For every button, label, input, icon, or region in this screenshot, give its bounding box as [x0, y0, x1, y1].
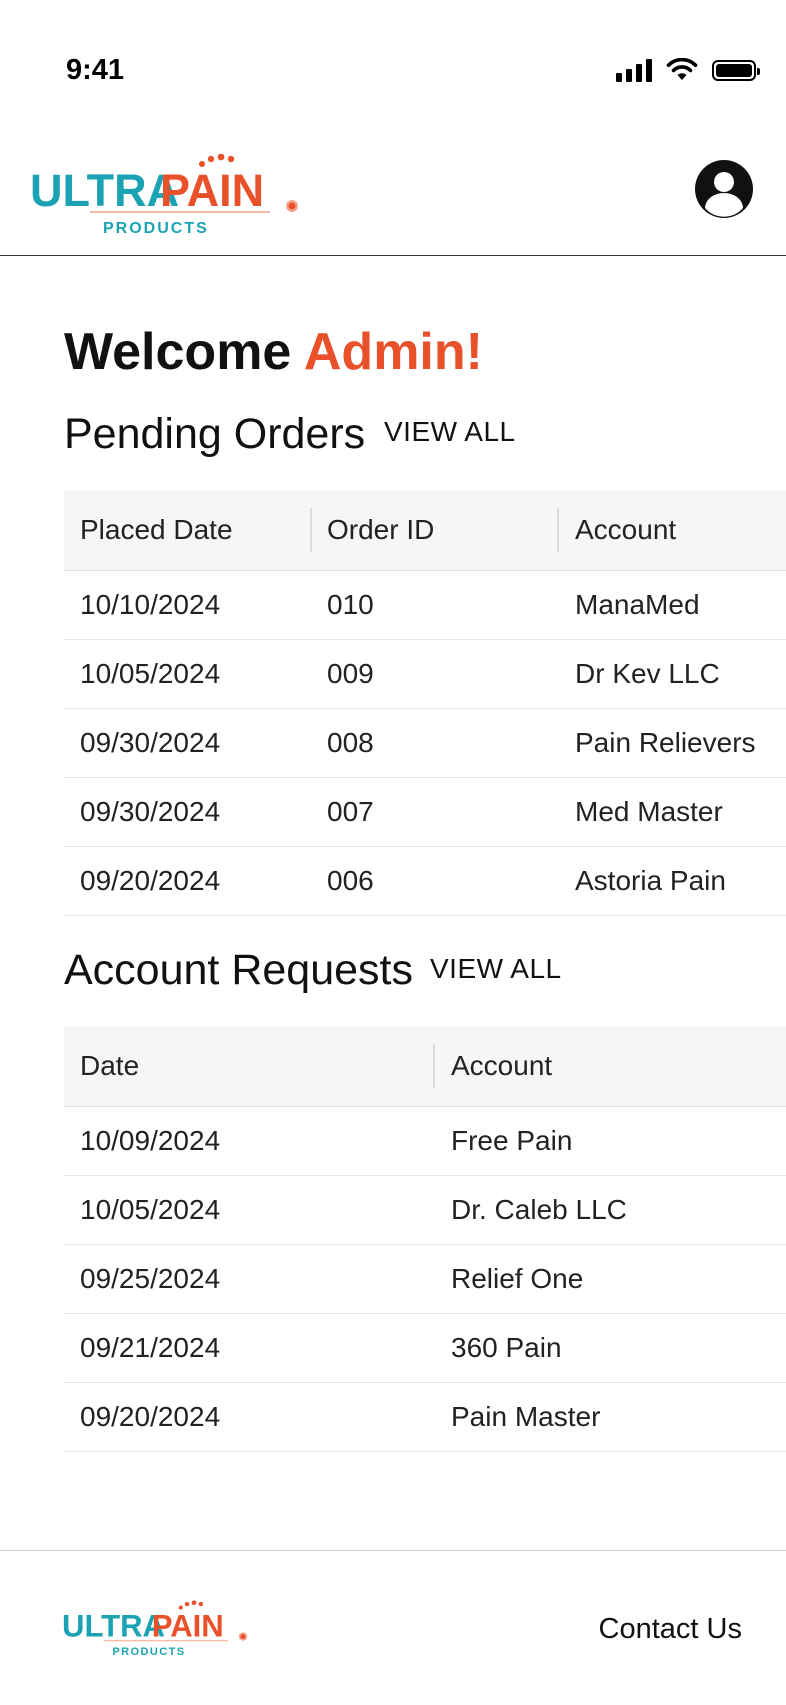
status-time: 9:41 [66, 54, 125, 86]
table-row[interactable]: 10/09/2024 Free Pain [64, 1107, 786, 1176]
column-header-account[interactable]: Account [451, 1026, 552, 1106]
cell-account: Relief One [451, 1263, 584, 1294]
footer: ULTRA PAIN PRODUCTS Contact Us [0, 1550, 786, 1705]
logo-text-pain: PAIN [160, 165, 264, 216]
footer-ultrapain-logo[interactable]: ULTRA PAIN PRODUCTS [62, 1599, 252, 1661]
status-icons [616, 58, 760, 82]
account-requests-title: Account Requests [64, 946, 413, 994]
cell-order-id: 007 [327, 796, 374, 827]
cell-account: Med Master [575, 796, 723, 827]
wifi-icon [666, 58, 698, 80]
cell-date: 09/20/2024 [80, 1401, 221, 1432]
ultrapain-logo[interactable]: ULTRA PAIN PRODUCTS [30, 154, 305, 239]
table-header: Placed Date Order ID Account [64, 490, 786, 571]
table-row[interactable]: 10/05/2024 009 Dr Kev LLC [64, 640, 786, 709]
pending-orders-view-all-link[interactable]: VIEW ALL [384, 416, 516, 448]
cell-date: 09/21/2024 [80, 1332, 221, 1363]
cell-order-id: 009 [327, 658, 374, 689]
table-row[interactable]: 09/20/2024 006 Astoria Pain [64, 847, 786, 916]
cell-placed-date: 10/05/2024 [80, 658, 221, 689]
column-separator[interactable] [310, 508, 312, 552]
contact-us-link[interactable]: Contact Us [599, 1613, 742, 1646]
logo-text-ultra: ULTRA [62, 1609, 165, 1644]
table-row[interactable]: 09/30/2024 008 Pain Relievers [64, 709, 786, 778]
cell-placed-date: 09/30/2024 [80, 796, 221, 827]
table-row[interactable]: 09/21/2024 360 Pain [64, 1314, 786, 1383]
status-bar: 9:41 [0, 0, 786, 150]
cell-account: Astoria Pain [575, 865, 726, 896]
column-separator[interactable] [557, 508, 559, 552]
welcome-user-name: Admin! [303, 323, 483, 381]
column-header-date[interactable]: Date [80, 1026, 139, 1106]
cell-order-id: 010 [327, 589, 374, 620]
welcome-prefix: Welcome [64, 323, 304, 381]
pending-orders-title: Pending Orders [64, 410, 366, 458]
cell-order-id: 008 [327, 727, 374, 758]
table-header: Date Account [64, 1026, 786, 1107]
cell-account: Free Pain [451, 1125, 573, 1156]
cell-account: Pain Relievers [575, 727, 756, 758]
cell-order-id: 006 [327, 865, 374, 896]
cell-date: 09/25/2024 [80, 1263, 221, 1294]
cell-placed-date: 09/20/2024 [80, 865, 221, 896]
cell-placed-date: 09/30/2024 [80, 727, 221, 758]
cell-date: 10/09/2024 [80, 1125, 221, 1156]
pending-orders-table: Placed Date Order ID Account 10/10/2024 … [64, 490, 786, 916]
table-row[interactable]: 09/25/2024 Relief One [64, 1245, 786, 1314]
cellular-signal-icon [616, 58, 652, 82]
cell-account: 360 Pain [451, 1332, 562, 1363]
app-header: ULTRA PAIN PRODUCTS [0, 150, 786, 256]
cell-account: Dr Kev LLC [575, 658, 720, 689]
logo-text-ultra: ULTRA [30, 165, 179, 216]
logo-text-pain: PAIN [152, 1609, 224, 1644]
column-separator[interactable] [433, 1044, 435, 1088]
cell-account: Dr. Caleb LLC [451, 1194, 627, 1225]
account-requests-view-all-link[interactable]: VIEW ALL [430, 953, 562, 985]
battery-icon [712, 59, 760, 81]
cell-placed-date: 10/10/2024 [80, 589, 221, 620]
cell-account: ManaMed [575, 589, 700, 620]
logo-tagline: PRODUCTS [103, 220, 209, 237]
column-header-order-id[interactable]: Order ID [327, 490, 434, 570]
table-row[interactable]: 10/10/2024 010 ManaMed [64, 571, 786, 640]
account-requests-table: Date Account 10/09/2024 Free Pain 10/05/… [64, 1026, 786, 1452]
logo-tagline: PRODUCTS [112, 1646, 185, 1658]
table-row[interactable]: 09/30/2024 007 Med Master [64, 778, 786, 847]
column-header-placed-date[interactable]: Placed Date [80, 490, 233, 570]
user-avatar-icon[interactable] [695, 160, 753, 218]
column-header-account[interactable]: Account [575, 490, 676, 570]
table-row[interactable]: 10/05/2024 Dr. Caleb LLC [64, 1176, 786, 1245]
welcome-heading: Welcome Admin! [64, 322, 483, 382]
table-row[interactable]: 09/20/2024 Pain Master [64, 1383, 786, 1452]
cell-account: Pain Master [451, 1401, 601, 1432]
cell-date: 10/05/2024 [80, 1194, 221, 1225]
